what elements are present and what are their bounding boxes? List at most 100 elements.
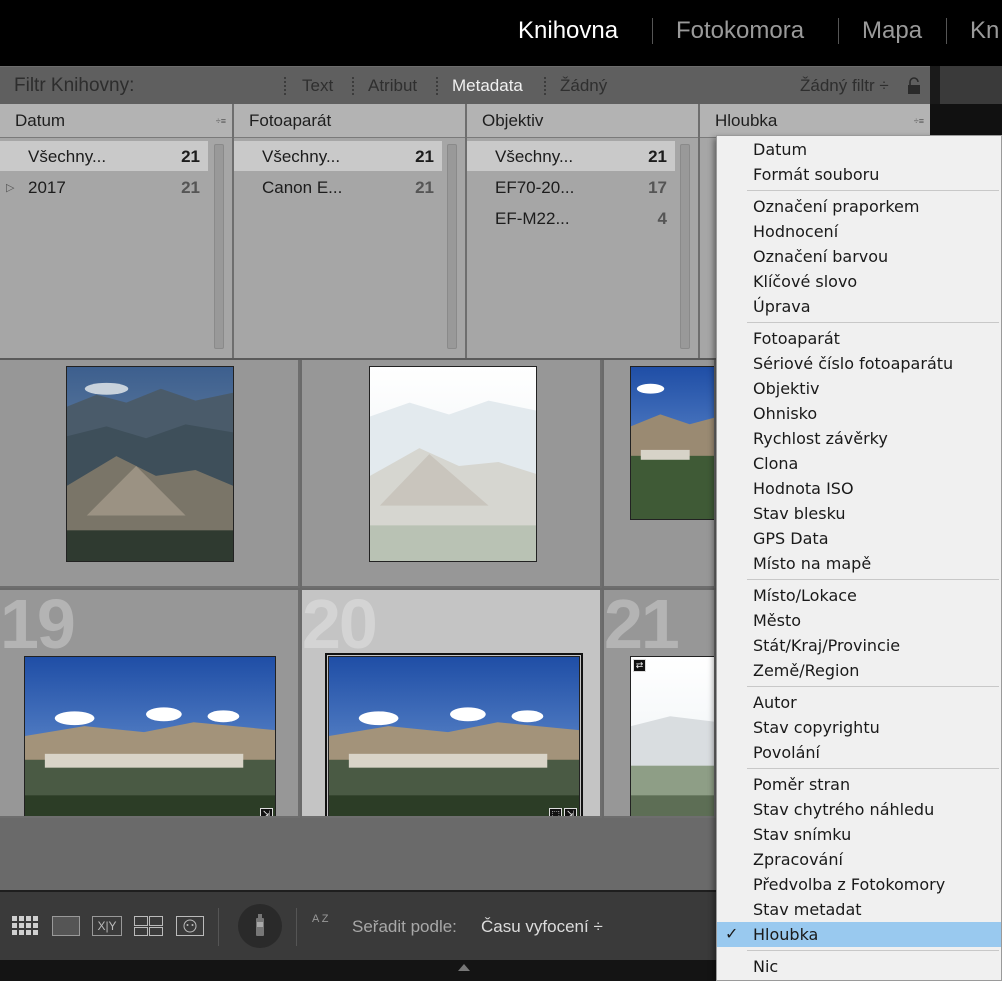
grid-cell[interactable]: 19 ⇲ — [0, 590, 300, 818]
menu-item[interactable]: Sériové číslo fotoaparátu — [717, 351, 1001, 376]
module-map[interactable]: Mapa — [862, 16, 922, 46]
painter-spray-icon[interactable] — [238, 904, 282, 948]
menu-item-checked[interactable]: ✓ Hloubka — [717, 922, 1001, 947]
photo-thumbnail[interactable]: ⇲ — [24, 656, 276, 816]
menu-item[interactable]: Místo/Lokace — [717, 583, 1001, 608]
menu-item[interactable]: Stav blesku — [717, 501, 1001, 526]
sort-label: Seřadit podle: — [352, 917, 457, 936]
menu-item[interactable]: Hodnocení — [717, 219, 1001, 244]
menu-item[interactable]: Ohnisko — [717, 401, 1001, 426]
list-item-label: EF-M22... — [495, 209, 570, 228]
menu-item[interactable]: Zpracování — [717, 847, 1001, 872]
list-item[interactable]: ▷ 2017 21 — [0, 172, 208, 202]
list-item-label: Canon E... — [262, 178, 343, 197]
photo-thumbnail[interactable]: ⇄ — [630, 656, 714, 816]
grid-cell[interactable]: 21 ⇄ — [604, 590, 716, 818]
cell-index: 19 — [0, 590, 76, 663]
menu-item-label: GPS Data — [753, 529, 829, 548]
menu-item[interactable]: Objektiv — [717, 376, 1001, 401]
menu-item[interactable]: Označení barvou — [717, 244, 1001, 269]
photo-thumbnail[interactable] — [369, 366, 537, 562]
grid-cell[interactable] — [0, 360, 300, 588]
list-item-count: 4 — [657, 209, 667, 228]
grid-view-icon[interactable] — [12, 916, 40, 936]
collapse-arrow-icon[interactable] — [458, 964, 470, 971]
list-item[interactable]: Všechny... 21 — [467, 141, 675, 171]
menu-item[interactable]: Hodnota ISO — [717, 476, 1001, 501]
menu-item[interactable]: Místo na mapě — [717, 551, 1001, 576]
menu-item[interactable]: Fotoaparát — [717, 326, 1001, 351]
list-item[interactable]: Všechny... 21 — [0, 141, 208, 171]
grid-cell-selected[interactable]: 20 ⬚ ⇲ — [302, 590, 602, 818]
loupe-view-icon[interactable] — [52, 916, 80, 936]
filter-tab-text[interactable]: Text — [302, 76, 333, 96]
menu-separator — [747, 322, 999, 323]
divider — [352, 77, 354, 95]
module-develop[interactable]: Fotokomora — [676, 16, 804, 46]
menu-item[interactable]: Rychlost závěrky — [717, 426, 1001, 451]
menu-item[interactable]: Datum — [717, 137, 1001, 162]
sync-badge-icon: ⇄ — [633, 659, 646, 672]
menu-item[interactable]: Označení praporkem — [717, 194, 1001, 219]
menu-item-label: Předvolba z Fotokomory — [753, 875, 946, 894]
menu-item[interactable]: Povolání — [717, 740, 1001, 765]
module-library[interactable]: Knihovna — [518, 16, 618, 46]
menu-item[interactable]: Předvolba z Fotokomory — [717, 872, 1001, 897]
menu-item[interactable]: Stav chytrého náhledu — [717, 797, 1001, 822]
divider — [544, 77, 546, 95]
menu-item[interactable]: Město — [717, 608, 1001, 633]
expand-triangle-icon[interactable]: ▷ — [6, 181, 14, 194]
column-date: Datum ÷≡ Všechny... 21 ▷ 2017 21 — [0, 104, 234, 358]
menu-item[interactable]: Stát/Kraj/Provincie — [717, 633, 1001, 658]
list-item[interactable]: EF-M22... 4 — [467, 203, 675, 233]
menu-item[interactable]: GPS Data — [717, 526, 1001, 551]
module-separator — [652, 18, 653, 44]
menu-item[interactable]: Nic — [717, 954, 1001, 979]
column-header[interactable]: Datum ÷≡ — [0, 104, 232, 138]
menu-item[interactable]: Stav copyrightu — [717, 715, 1001, 740]
people-view-icon[interactable] — [176, 916, 204, 936]
photo-thumbnail[interactable] — [66, 366, 234, 562]
menu-item-label: Nic — [753, 957, 779, 976]
filter-tab-attribute[interactable]: Atribut — [368, 76, 417, 96]
menu-item[interactable]: Země/Region — [717, 658, 1001, 683]
column-menu-icon[interactable]: ÷≡ — [216, 116, 226, 126]
menu-item[interactable]: Clona — [717, 451, 1001, 476]
column-menu-icon[interactable]: ÷≡ — [914, 116, 924, 126]
filter-preset-select[interactable]: Žádný filtr ÷ — [800, 76, 889, 96]
menu-item[interactable]: Stav metadat — [717, 897, 1001, 922]
list-item-label: Všechny... — [262, 147, 341, 166]
sort-order-select[interactable]: Času vyfocení ÷ — [481, 917, 603, 937]
column-header[interactable]: Objektiv — [467, 104, 698, 138]
photo-thumbnail[interactable] — [630, 366, 714, 520]
menu-item[interactable]: Stav snímku — [717, 822, 1001, 847]
sort-direction-icon[interactable]: A Z — [312, 914, 342, 938]
survey-view-icon[interactable] — [134, 916, 164, 936]
filter-tab-metadata[interactable]: Metadata — [452, 76, 523, 96]
scrollbar[interactable] — [680, 144, 690, 349]
grid-cell[interactable] — [302, 360, 602, 588]
grid-cell[interactable] — [604, 360, 716, 588]
menu-item[interactable]: Autor — [717, 690, 1001, 715]
photo-thumbnail[interactable]: ⬚ ⇲ — [325, 653, 583, 816]
list-item[interactable]: Canon E... 21 — [234, 172, 442, 202]
scrollbar[interactable] — [214, 144, 224, 349]
column-header[interactable]: Fotoaparát — [234, 104, 465, 138]
scrollbar[interactable] — [447, 144, 457, 349]
menu-item-label: Ohnisko — [753, 404, 818, 423]
lock-icon[interactable] — [906, 77, 922, 95]
menu-item[interactable]: Klíčové slovo — [717, 269, 1001, 294]
column-header[interactable]: Hloubka ÷≡ — [700, 104, 930, 138]
crop-badge-icon: ⬚ — [549, 808, 562, 816]
filter-tab-none[interactable]: Žádný — [560, 76, 607, 96]
menu-item[interactable]: Úprava — [717, 294, 1001, 319]
menu-item[interactable]: Poměr stran — [717, 772, 1001, 797]
list-item[interactable]: EF70-20... 17 — [467, 172, 675, 202]
menu-item[interactable]: Formát souboru — [717, 162, 1001, 187]
menu-item-label: Fotoaparát — [753, 329, 840, 348]
menu-item-label: Poměr stran — [753, 775, 851, 794]
compare-view-icon[interactable]: X|Y — [92, 916, 122, 936]
menu-item-label: Místo na mapě — [753, 554, 872, 573]
list-item[interactable]: Všechny... 21 — [234, 141, 442, 171]
module-next[interactable]: Kn — [970, 16, 999, 46]
